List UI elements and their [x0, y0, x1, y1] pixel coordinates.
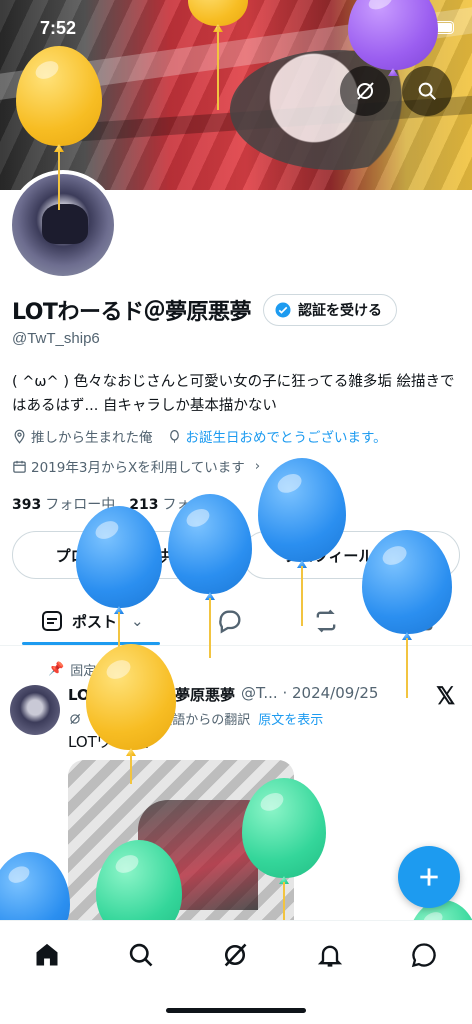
tab-posts-label: ポスト: [72, 612, 118, 631]
plus-icon: [420, 868, 438, 886]
get-verified-label: 認証を受ける: [297, 303, 382, 319]
grok-icon: [357, 82, 374, 100]
verified-badge-icon: [275, 302, 291, 318]
nav-home[interactable]: [23, 935, 71, 975]
chevron-right-icon: ›: [254, 458, 261, 474]
display-name: LOTわーるド＠夢原悪夢: [12, 300, 251, 325]
home-icon: [36, 943, 58, 966]
grok-button[interactable]: [340, 66, 390, 116]
show-original-link[interactable]: 原文を表示: [258, 709, 323, 728]
search-icon: [418, 82, 436, 100]
joined-date[interactable]: 2019年3月からXを利用しています ›: [12, 456, 260, 476]
messages-icon: [411, 943, 436, 968]
balloon-decoration: [242, 778, 326, 878]
x-logo-icon: 𝕏: [436, 683, 456, 710]
following-count: 393: [12, 497, 42, 513]
tab-reposts[interactable]: [312, 596, 340, 646]
pinned-indicator: 📌 固定: [48, 660, 96, 679]
calendar-icon: [13, 460, 26, 473]
joined-text: 2019年3月からXを利用しています: [31, 460, 245, 476]
repost-icon: [316, 609, 336, 633]
balloon-decoration: [76, 506, 162, 608]
location-text: 推しから生まれた俺: [31, 430, 153, 446]
post-avatar[interactable]: [10, 685, 60, 735]
profile-bio: ( ^ω^ ) 色々なおじさんと可愛い女の子に狂ってる雑多垢 絵描きではあるはず…: [12, 374, 455, 414]
pin-icon: 📌: [48, 662, 65, 677]
reply-icon: [219, 610, 241, 634]
chevron-down-icon[interactable]: ⌄: [131, 612, 144, 630]
balloon-decoration: [16, 46, 102, 146]
location-pin-icon: [14, 429, 25, 444]
nav-grok[interactable]: [211, 935, 259, 975]
balloon-decoration: [86, 644, 176, 750]
grok-small-icon: [70, 713, 81, 724]
nav-search[interactable]: [117, 935, 165, 975]
balloon-decoration: [168, 494, 252, 594]
nav-messages[interactable]: [400, 935, 448, 975]
search-button[interactable]: [402, 66, 452, 116]
birthday-text[interactable]: お誕生日おめでとうございます。: [186, 426, 387, 446]
get-verified-button[interactable]: 認証を受ける: [262, 294, 397, 326]
profile-handle: @TwT_ship6: [12, 330, 100, 347]
post-handle-date: @T... · 2024/09/25: [241, 684, 379, 702]
balloon-decoration: [362, 530, 452, 634]
search-icon: [129, 943, 153, 967]
nav-notifications[interactable]: [306, 935, 354, 975]
profile-avatar[interactable]: [8, 170, 118, 280]
birthday[interactable]: お誕生日おめでとうございます。: [167, 426, 387, 446]
notifications-icon: [317, 945, 343, 967]
compose-button[interactable]: [398, 846, 460, 908]
grok-icon: [224, 943, 247, 967]
location: 推しから生まれた俺: [12, 426, 153, 446]
balloon-icon: [169, 429, 179, 443]
home-indicator: [166, 1008, 306, 1013]
tab-replies[interactable]: [216, 596, 244, 646]
posts-icon: [42, 611, 62, 631]
balloon-decoration: [258, 458, 346, 562]
status-time: 7:52: [40, 18, 77, 38]
